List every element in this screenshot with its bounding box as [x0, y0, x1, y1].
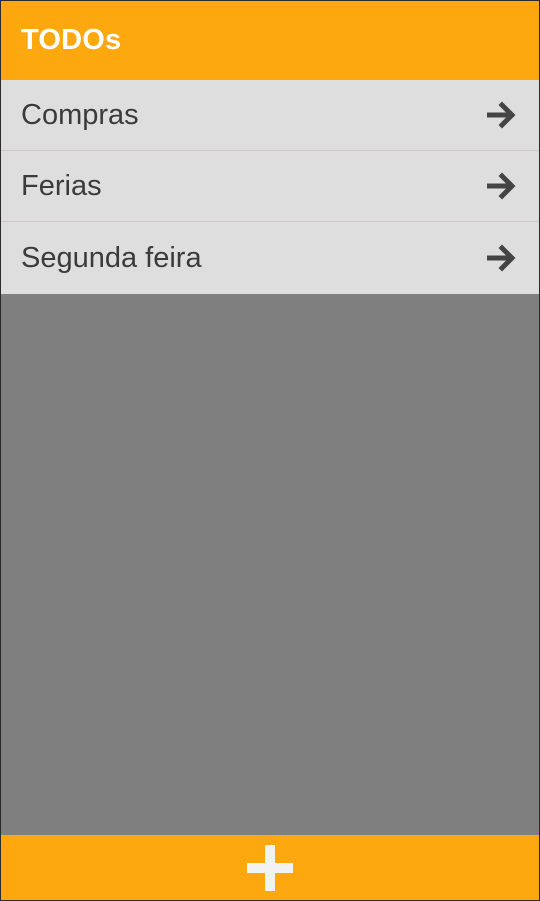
list-item-segunda-feira[interactable]: Segunda feira: [1, 222, 539, 294]
arrow-right-icon[interactable]: [485, 171, 519, 201]
list-item-label: Compras: [21, 98, 139, 131]
arrow-right-icon[interactable]: [485, 100, 519, 130]
app-header: TODOs: [1, 0, 539, 80]
plus-icon: [247, 844, 293, 891]
page-title: TODOs: [21, 24, 122, 56]
app-footer: [1, 835, 539, 901]
list-item-ferias[interactable]: Ferias: [1, 151, 539, 222]
list-item-label: Segunda feira: [21, 241, 202, 274]
add-list-button[interactable]: [240, 838, 300, 898]
arrow-right-icon[interactable]: [485, 243, 519, 273]
todo-app: TODOs Compras Ferias Segunda feira: [0, 0, 540, 901]
list-item-compras[interactable]: Compras: [1, 80, 539, 151]
todo-lists: Compras Ferias Segunda feira: [1, 80, 539, 294]
list-item-label: Ferias: [21, 169, 102, 202]
